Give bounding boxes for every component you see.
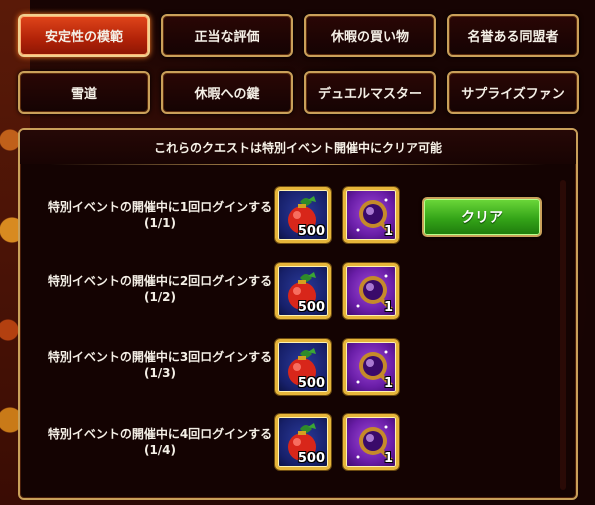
reward-count: 1 — [383, 376, 393, 391]
reward-ornament[interactable]: 500 — [275, 414, 331, 470]
tab-holiday-shopping[interactable]: 休暇の買い物 — [304, 14, 436, 57]
tab-honorable-ally[interactable]: 名誉ある同盟者 — [447, 14, 579, 57]
reward-amulet[interactable]: 1 — [343, 414, 399, 470]
reward-amulet[interactable]: 1 — [343, 187, 399, 243]
quest-progress: (1/3) — [143, 366, 177, 380]
quest-title: 特別イベントの開催中に3回ログインする — [47, 350, 273, 364]
tab-stability-model[interactable]: 安定性の模範 — [18, 14, 150, 57]
reward-ornament[interactable]: 500 — [275, 263, 331, 319]
header-divider — [50, 164, 546, 165]
reward-count: 500 — [297, 451, 325, 466]
reward-count: 1 — [383, 451, 393, 466]
quest-progress: (1/4) — [143, 443, 177, 457]
quest-title: 特別イベントの開催中に4回ログインする — [47, 427, 273, 441]
quest-title: 特別イベントの開催中に1回ログインする — [47, 200, 273, 214]
tab-snow-road[interactable]: 雪道 — [18, 71, 150, 114]
tab-holiday-key[interactable]: 休暇への鍵 — [161, 71, 293, 114]
reward-count: 500 — [297, 376, 325, 391]
reward-count: 1 — [383, 224, 393, 239]
reward-ornament[interactable]: 500 — [275, 187, 331, 243]
scrollbar[interactable] — [560, 180, 566, 490]
tab-fair-evaluation[interactable]: 正当な評価 — [161, 14, 293, 57]
panel-header: これらのクエストは特別イベント開催中にクリア可能 — [20, 130, 576, 164]
quest-progress: (1/2) — [143, 290, 177, 304]
reward-count: 1 — [383, 300, 393, 315]
reward-count: 500 — [297, 224, 325, 239]
reward-amulet[interactable]: 1 — [343, 263, 399, 319]
reward-count: 500 — [297, 300, 325, 315]
quest-progress: (1/1) — [143, 216, 177, 230]
reward-amulet[interactable]: 1 — [343, 339, 399, 395]
tab-surprise-fan[interactable]: サプライズファン — [447, 71, 579, 114]
claim-button[interactable]: クリア — [422, 197, 542, 237]
reward-ornament[interactable]: 500 — [275, 339, 331, 395]
quest-title: 特別イベントの開催中に2回ログインする — [47, 274, 273, 288]
tab-duel-master[interactable]: デュエルマスター — [304, 71, 436, 114]
quest-panel: これらのクエストは特別イベント開催中にクリア可能 特別イベントの開催中に1回ログ… — [18, 128, 578, 500]
